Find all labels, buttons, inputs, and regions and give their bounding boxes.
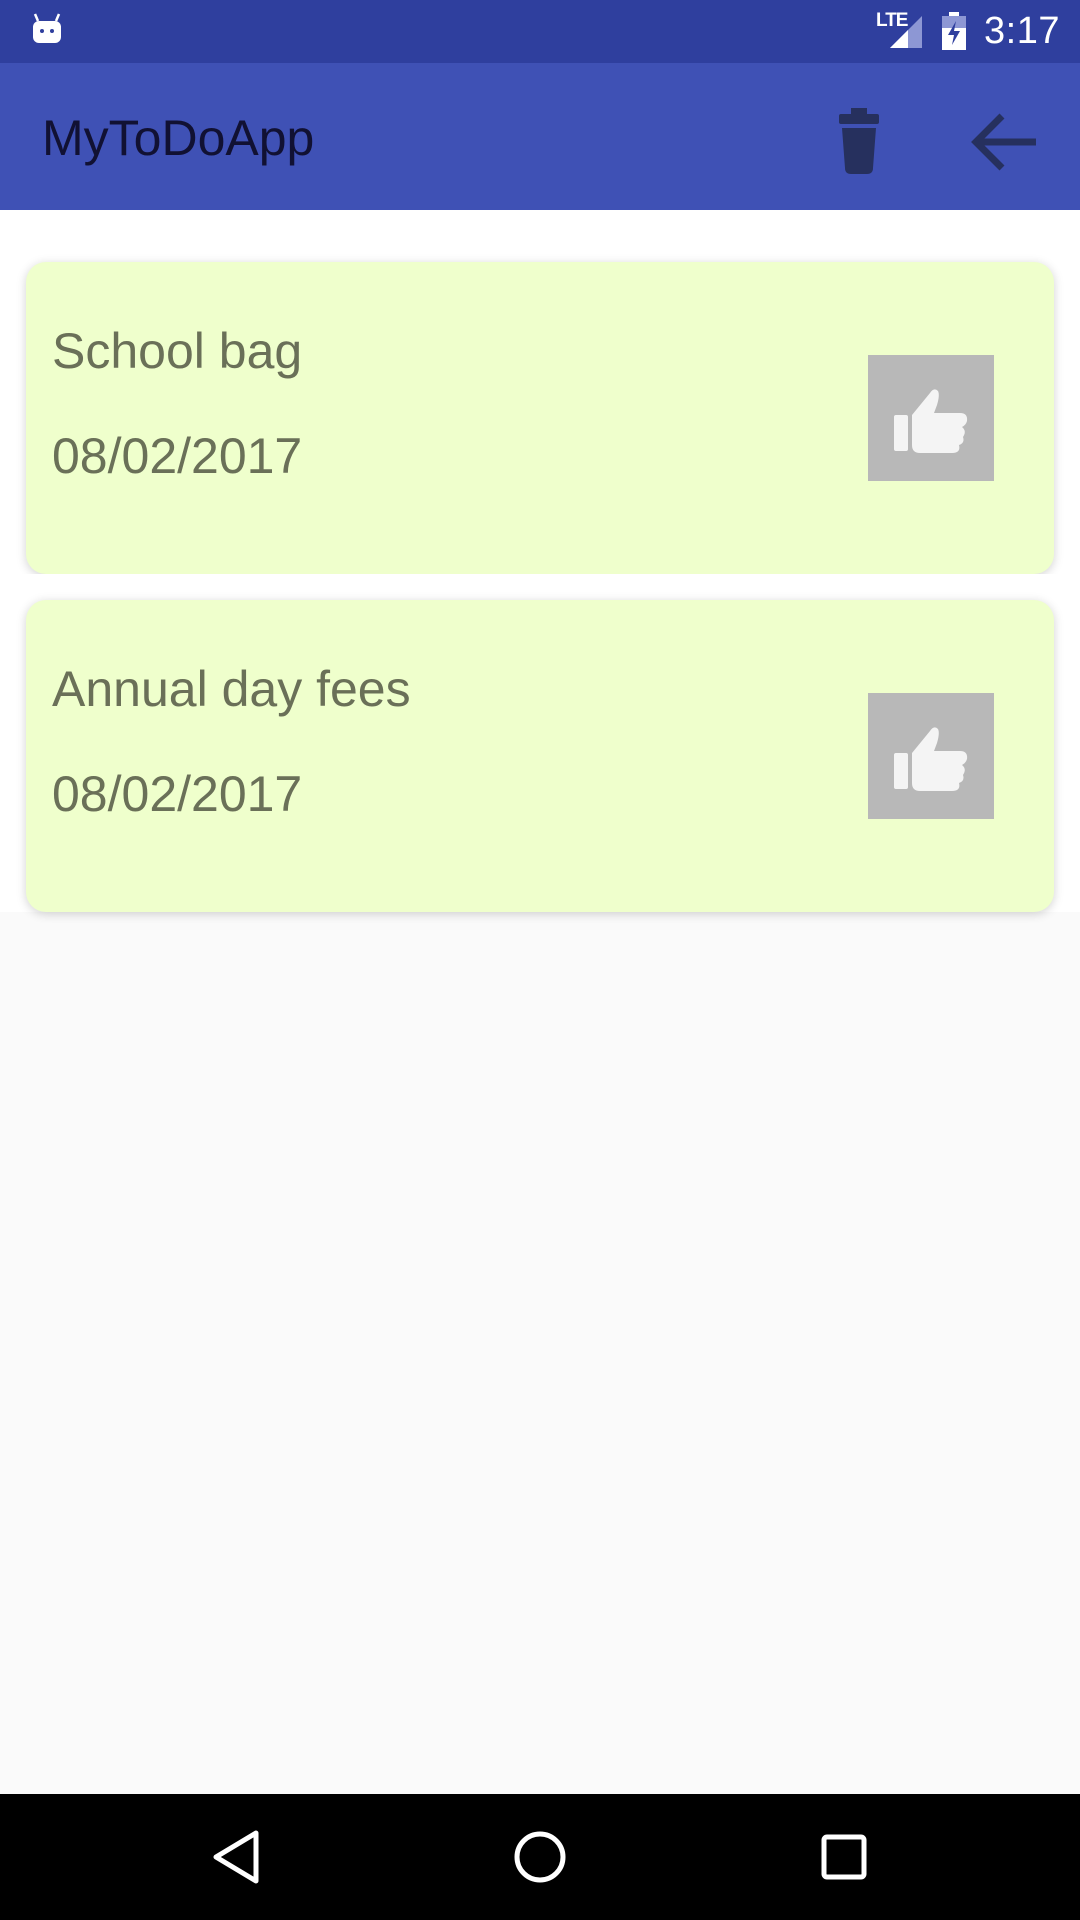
task-date: 08/02/2017 — [52, 766, 303, 822]
trash-icon — [839, 108, 879, 174]
signal-icon — [890, 16, 922, 48]
navigation-bar — [0, 1794, 1080, 1920]
recents-square-icon — [821, 1834, 867, 1880]
task-card[interactable]: School bag 08/02/2017 — [26, 262, 1054, 574]
status-bar: LTE 3:17 — [0, 0, 1080, 63]
nav-home-button[interactable] — [498, 1815, 582, 1899]
app-title: MyToDoApp — [42, 110, 315, 166]
thumbs-up-icon — [894, 727, 968, 791]
back-arrow-icon — [971, 113, 1036, 171]
task-name: School bag — [52, 323, 303, 379]
clock: 3:17 — [984, 10, 1060, 52]
home-circle-icon — [514, 1831, 566, 1883]
like-button[interactable] — [868, 355, 994, 481]
nav-back-button[interactable] — [194, 1815, 278, 1899]
task-card[interactable]: Annual day fees 08/02/2017 — [26, 600, 1054, 912]
nav-recents-button[interactable] — [802, 1815, 886, 1899]
task-name: Annual day fees — [52, 661, 411, 717]
thumbs-up-icon — [894, 389, 968, 453]
android-notification-icon — [33, 13, 61, 43]
like-button[interactable] — [868, 693, 994, 819]
delete-button[interactable] — [815, 98, 903, 186]
battery-charging-icon — [942, 12, 966, 50]
back-triangle-icon — [213, 1830, 259, 1884]
task-date: 08/02/2017 — [52, 428, 303, 484]
back-button[interactable] — [962, 98, 1050, 186]
app-bar: MyToDoApp — [0, 63, 1080, 210]
